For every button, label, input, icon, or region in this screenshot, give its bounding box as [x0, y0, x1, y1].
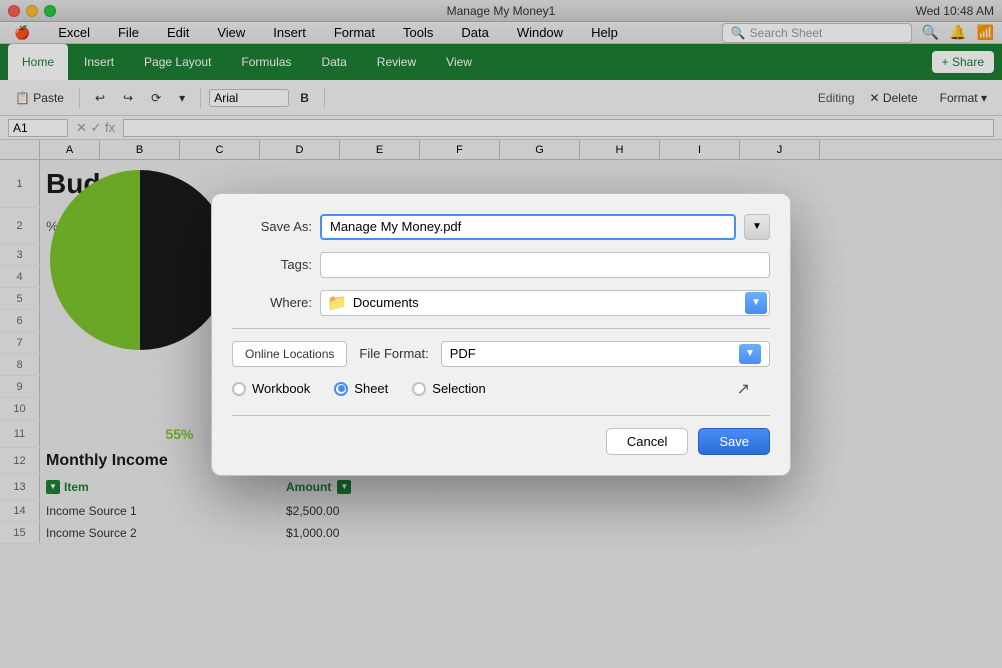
radio-options-row: Workbook Sheet Selection ↗ [232, 379, 770, 399]
chevron-icon: ▼ [751, 297, 761, 308]
tags-row: Tags: [232, 252, 770, 278]
cursor-area: ↗ [510, 379, 770, 399]
chevron-down-icon-2: ▼ [745, 348, 755, 359]
dialog-separator-1 [232, 328, 770, 329]
dialog-separator-2 [232, 415, 770, 416]
radio-sheet[interactable]: Sheet [334, 381, 388, 396]
dialog-buttons: Cancel Save [232, 428, 770, 455]
radio-circle-workbook[interactable] [232, 382, 246, 396]
tags-input[interactable] [320, 252, 770, 278]
radio-label-workbook: Workbook [252, 381, 310, 396]
dialog-overlay: Save As: ▼ Tags: Where: 📁 Documents ▼ [0, 0, 1002, 668]
where-label: Where: [232, 295, 312, 310]
save-as-input[interactable] [320, 214, 736, 240]
folder-icon: 📁 [327, 293, 347, 313]
where-selector[interactable]: 📁 Documents ▼ [320, 290, 770, 316]
radio-circle-selection[interactable] [412, 382, 426, 396]
file-format-value: PDF [450, 346, 739, 361]
file-format-selector[interactable]: PDF ▼ [441, 341, 770, 367]
radio-selection[interactable]: Selection [412, 381, 485, 396]
radio-dot-sheet [338, 385, 345, 392]
save-as-dialog: Save As: ▼ Tags: Where: 📁 Documents ▼ [211, 193, 791, 476]
file-format-label: File Format: [359, 346, 428, 361]
where-value: Documents [347, 295, 745, 310]
cancel-button[interactable]: Cancel [606, 428, 688, 455]
save-as-dropdown[interactable]: ▼ [744, 214, 770, 240]
online-locations-button[interactable]: Online Locations [232, 341, 347, 367]
radio-circle-sheet[interactable] [334, 382, 348, 396]
cursor-indicator: ↗ [737, 379, 750, 399]
save-button[interactable]: Save [698, 428, 770, 455]
where-row: Where: 📁 Documents ▼ [232, 290, 770, 316]
where-chevron[interactable]: ▼ [745, 292, 767, 314]
radio-label-sheet: Sheet [354, 381, 388, 396]
radio-workbook[interactable]: Workbook [232, 381, 310, 396]
file-format-dropdown[interactable]: ▼ [739, 344, 761, 364]
save-as-label: Save As: [232, 219, 312, 234]
format-row: Online Locations File Format: PDF ▼ [232, 341, 770, 367]
chevron-down-icon: ▼ [752, 221, 762, 232]
save-as-row: Save As: ▼ [232, 214, 770, 240]
tags-label: Tags: [232, 257, 312, 272]
radio-label-selection: Selection [432, 381, 485, 396]
